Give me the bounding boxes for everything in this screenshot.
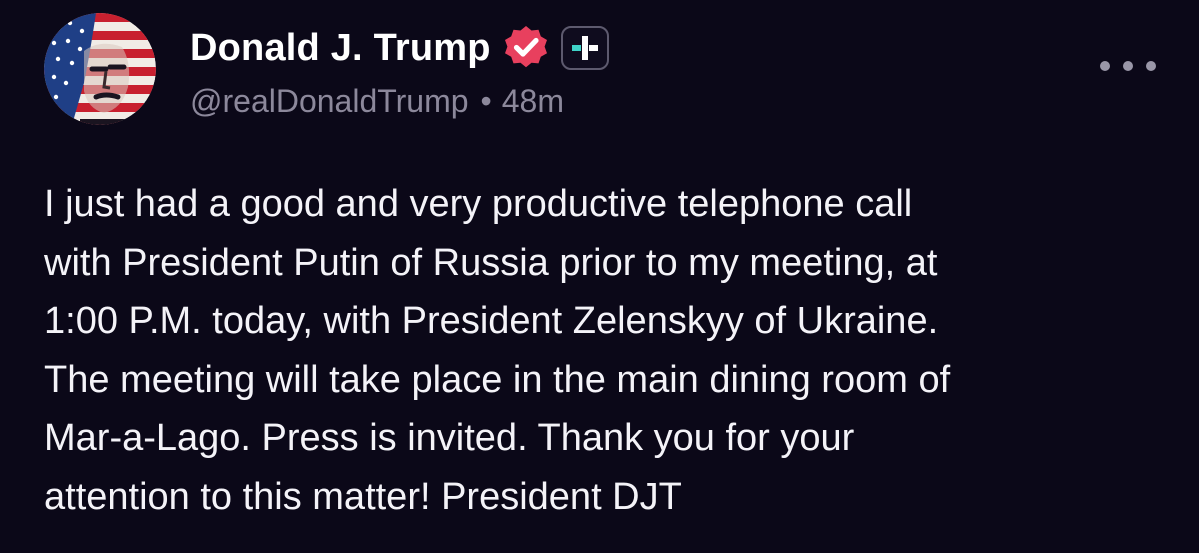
verified-badge-icon [504,26,547,68]
post-timestamp[interactable]: 48m [502,83,564,119]
author-row: Donald J. Trump [190,24,609,72]
avatar[interactable] [44,13,156,125]
more-options-icon[interactable] [1100,52,1156,80]
author-display-name[interactable]: Donald J. Trump [190,27,491,70]
handle-row: @realDonaldTrump • 48m [190,83,564,120]
plus-badge[interactable] [560,26,609,70]
plus-icon [571,36,598,60]
more-dot [1146,61,1156,71]
more-dot [1123,61,1133,71]
avatar-image [44,13,156,125]
meta-separator: • [480,83,492,119]
post-card: Donald J. Trump @realDonaldTrump • 48m I j… [0,0,1199,553]
post-body-text: I just had a good and very productive te… [44,183,951,518]
author-handle[interactable]: @realDonaldTrump [190,83,469,119]
more-dot [1100,61,1110,71]
